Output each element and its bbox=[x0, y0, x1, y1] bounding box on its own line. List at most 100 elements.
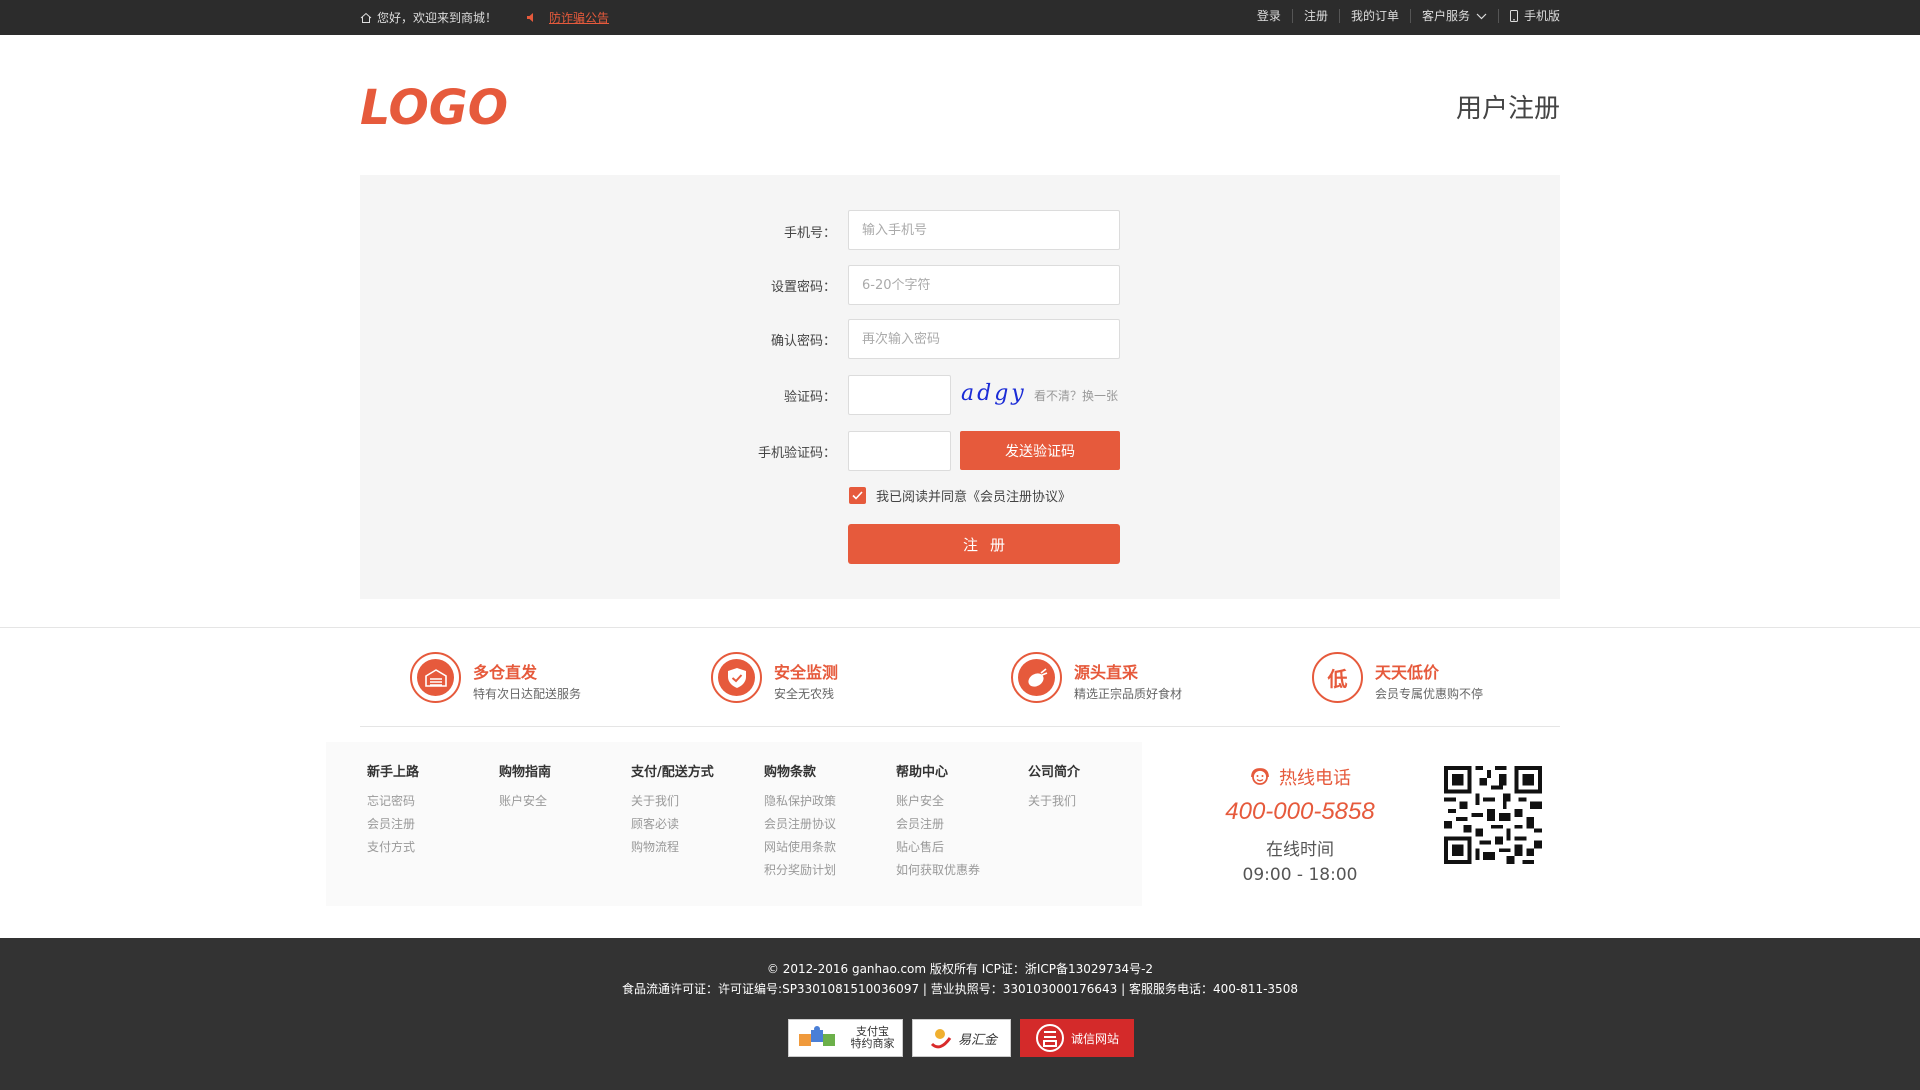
footer-column: 购物条款 隐私保护政策 会员注册协议 网站使用条款 积分奖励计划 bbox=[764, 764, 894, 882]
feature-title: 安全监测 bbox=[774, 663, 839, 682]
footer-link[interactable]: 贴心售后 bbox=[896, 836, 1026, 859]
captcha-input[interactable] bbox=[848, 375, 951, 415]
service-hours: 09:00 - 18:00 bbox=[1242, 865, 1358, 885]
site-logo[interactable]: LOGO bbox=[360, 80, 510, 130]
hotline-title-row: 热线电话 bbox=[1210, 764, 1390, 790]
site-footer: © 2012-2016 ganhao.com 版权所有 ICP证：浙ICP备13… bbox=[0, 938, 1920, 1090]
my-orders-link[interactable]: 我的订单 bbox=[1338, 9, 1410, 23]
registration-form: 手机号： 设置密码： 确认密码： 验证码： adgy 看不清？换一张 手机验证码… bbox=[360, 175, 1560, 599]
agreement-text[interactable]: 我已阅读并同意《会员注册协议》 bbox=[876, 486, 1071, 505]
footer-column: 购物指南 账户安全 bbox=[499, 764, 629, 813]
speaker-icon bbox=[527, 13, 533, 22]
alipay-badge-label: 支付宝 特约商家 bbox=[850, 1025, 895, 1050]
register-link[interactable]: 注册 bbox=[1291, 9, 1339, 23]
password-input[interactable] bbox=[848, 265, 1120, 305]
footer-link[interactable]: 隐私保护政策 bbox=[764, 790, 894, 813]
footer-link[interactable]: 忘记密码 bbox=[367, 790, 497, 813]
shield-check-icon bbox=[711, 652, 762, 703]
welcome-text: 您好，欢迎来到商城！ bbox=[377, 11, 498, 25]
low-price-glyph: 低 bbox=[1319, 659, 1356, 696]
footer-column-title: 购物指南 bbox=[499, 765, 552, 780]
footer-column-title: 支付/配送方式 bbox=[631, 765, 714, 780]
credit-website-badge[interactable]: 诚信网站 bbox=[1020, 1019, 1134, 1057]
copyright-text: © 2012-2016 ganhao.com 版权所有 ICP证：浙ICP备13… bbox=[766, 962, 1154, 976]
feature-safety-monitoring: 安全监测 安全无农残 bbox=[711, 652, 971, 704]
feature-title: 源头直采 bbox=[1074, 663, 1139, 682]
headset-icon bbox=[1251, 768, 1269, 785]
footer-column: 帮助中心 账户安全 会员注册 贴心售后 如何获取优惠券 bbox=[896, 764, 1026, 882]
customer-service-menu[interactable]: 客户服务 bbox=[1409, 9, 1498, 23]
captcha-refresh-link[interactable]: 看不清？换一张 bbox=[1034, 387, 1118, 404]
phone-input[interactable] bbox=[848, 210, 1120, 250]
send-code-button[interactable]: 发送验证码 bbox=[960, 431, 1120, 470]
footer-column: 公司简介 关于我们 bbox=[1028, 764, 1158, 813]
footer-link[interactable]: 如何获取优惠券 bbox=[896, 859, 1026, 882]
feature-title: 天天低价 bbox=[1375, 663, 1440, 682]
license-text: 食品流通许可证：许可证编号:SP3301081510036097 | 营业执照号… bbox=[622, 982, 1298, 996]
footer-column-title: 帮助中心 bbox=[896, 765, 949, 780]
confirm-password-label: 确认密码： bbox=[770, 334, 836, 349]
footer-column-title: 购物条款 bbox=[764, 765, 817, 780]
credit-badge-label: 诚信网站 bbox=[1070, 1031, 1119, 1046]
top-bar: 您好，欢迎来到商城！ 防诈骗公告 登录 注册 我的订单 客户服务 手机版 bbox=[0, 0, 1920, 35]
footer-column-title: 公司简介 bbox=[1028, 765, 1081, 780]
footer-link[interactable]: 关于我们 bbox=[1028, 790, 1158, 813]
alipay-merchant-badge[interactable]: 支付宝 特约商家 bbox=[788, 1019, 903, 1057]
warehouse-icon bbox=[410, 652, 461, 703]
footer-link[interactable]: 网站使用条款 bbox=[764, 836, 894, 859]
footer-link[interactable]: 顾客必读 bbox=[631, 813, 761, 836]
home-icon bbox=[360, 12, 372, 23]
mobile-version-link[interactable]: 手机版 bbox=[1497, 9, 1560, 23]
footer-link[interactable]: 账户安全 bbox=[896, 790, 1026, 813]
puzzle-icon bbox=[798, 1026, 835, 1046]
footer-link[interactable]: 会员注册 bbox=[896, 813, 1026, 836]
footer-column: 支付/配送方式 关于我们 顾客必读 购物流程 bbox=[631, 764, 761, 859]
feature-desc: 精选正宗品质好食材 bbox=[1074, 687, 1183, 701]
divider bbox=[360, 726, 1560, 727]
vegetable-icon bbox=[1011, 652, 1062, 703]
mobile-version-label: 手机版 bbox=[1523, 9, 1560, 23]
customer-service-label: 客户服务 bbox=[1421, 9, 1470, 23]
login-link[interactable]: 登录 bbox=[1246, 9, 1292, 23]
hotline-number: 400-000-5858 bbox=[1225, 798, 1375, 825]
feature-desc: 安全无农残 bbox=[774, 687, 835, 701]
register-submit-button[interactable]: 注册 bbox=[848, 524, 1120, 564]
feature-daily-low-price: 低 天天低价 会员专属优惠购不停 bbox=[1312, 652, 1572, 704]
captcha-label: 验证码： bbox=[783, 390, 836, 405]
agreement-checkbox[interactable] bbox=[849, 487, 866, 504]
welcome-message: 您好，欢迎来到商城！ bbox=[360, 9, 497, 26]
footer-link[interactable]: 会员注册 bbox=[367, 813, 497, 836]
confirm-password-input[interactable] bbox=[848, 319, 1120, 359]
page-title: 用户注册 bbox=[1455, 94, 1560, 124]
trust-badges: 支付宝 特约商家 易汇金 诚信网站 bbox=[788, 1019, 1134, 1057]
notice: 防诈骗公告 bbox=[526, 9, 609, 26]
password-label: 设置密码： bbox=[770, 280, 836, 295]
footer-link[interactable]: 支付方式 bbox=[367, 836, 497, 859]
feature-desc: 会员专属优惠购不停 bbox=[1375, 687, 1484, 701]
low-price-icon: 低 bbox=[1312, 652, 1363, 703]
yihuijin-badge[interactable]: 易汇金 bbox=[912, 1019, 1011, 1057]
qr-code bbox=[1444, 766, 1542, 864]
footer-column: 新手上路 忘记密码 会员注册 支付方式 bbox=[367, 764, 497, 859]
sms-code-input[interactable] bbox=[848, 431, 951, 471]
footer-link[interactable]: 关于我们 bbox=[631, 790, 761, 813]
anti-fraud-notice-link[interactable]: 防诈骗公告 bbox=[549, 9, 609, 26]
hotline-block: 热线电话 400-000-5858 在线时间 09:00 - 18:00 bbox=[1210, 764, 1390, 885]
feature-desc: 特有次日达配送服务 bbox=[473, 687, 582, 701]
phone-icon bbox=[1509, 10, 1518, 22]
captcha-image[interactable]: adgy bbox=[959, 380, 1025, 410]
credit-seal-icon bbox=[1035, 1024, 1064, 1052]
footer-link[interactable]: 账户安全 bbox=[499, 790, 629, 813]
captcha-text: adgy bbox=[961, 381, 1025, 406]
agreement-row: 我已阅读并同意《会员注册协议》 bbox=[849, 486, 1071, 505]
footer-link[interactable]: 购物流程 bbox=[631, 836, 761, 859]
feature-source-purchase: 源头直采 精选正宗品质好食材 bbox=[1011, 652, 1271, 704]
service-hours-label: 在线时间 bbox=[1266, 840, 1334, 860]
footer-link[interactable]: 积分奖励计划 bbox=[764, 859, 894, 882]
top-links: 登录 注册 我的订单 客户服务 手机版 bbox=[1246, 9, 1560, 23]
chevron-down-icon bbox=[1476, 13, 1487, 19]
yihuijin-logo-icon bbox=[930, 1029, 952, 1049]
footer-link[interactable]: 会员注册协议 bbox=[764, 813, 894, 836]
yihuijin-badge-label: 易汇金 bbox=[957, 1032, 997, 1048]
footer-column-title: 新手上路 bbox=[367, 765, 420, 780]
